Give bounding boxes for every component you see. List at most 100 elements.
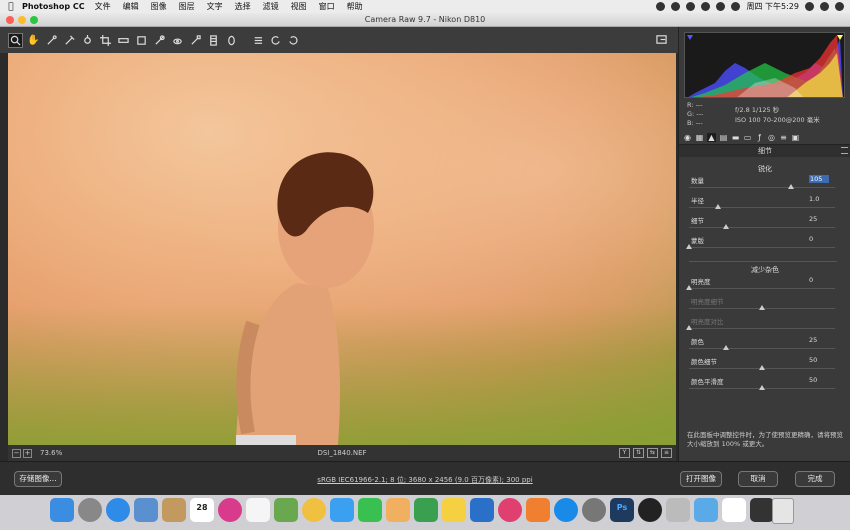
notification-center-icon[interactable] — [835, 2, 844, 11]
tab-split-toning-icon[interactable]: ▬ — [731, 133, 740, 142]
word-icon[interactable] — [666, 498, 690, 522]
siri-icon[interactable] — [820, 2, 829, 11]
messages-icon[interactable] — [330, 498, 354, 522]
maps-icon[interactable] — [274, 498, 298, 522]
battery-icon[interactable] — [731, 2, 741, 11]
cancel-button[interactable]: 取消 — [738, 471, 778, 487]
slider-value[interactable]: 25 — [809, 215, 829, 223]
launchpad-icon[interactable] — [78, 498, 102, 522]
trash-icon[interactable] — [772, 498, 794, 524]
slider-track[interactable] — [689, 247, 835, 248]
slider-thumb[interactable] — [686, 325, 692, 330]
slider-value[interactable]: 1.0 — [809, 195, 829, 203]
slider-track[interactable] — [689, 207, 835, 208]
menu-help[interactable]: 帮助 — [347, 1, 363, 12]
zoom-window-button[interactable] — [30, 16, 38, 24]
tab-presets-icon[interactable]: ≡ — [779, 133, 788, 142]
minimize-window-button[interactable] — [18, 16, 26, 24]
system-preferences-icon[interactable] — [582, 498, 606, 522]
screenshot-stack-icon[interactable] — [750, 498, 774, 522]
slider-value[interactable]: 105 — [809, 175, 829, 183]
menu-layer[interactable]: 图层 — [179, 1, 195, 12]
slider-value[interactable]: 50 — [809, 356, 829, 364]
tab-tone-curve-icon[interactable]: ▦ — [695, 133, 704, 142]
document-stack-icon[interactable] — [722, 498, 746, 522]
targeted-adjustment-tool-icon[interactable] — [80, 33, 95, 48]
swap-settings-icon[interactable]: ⇅ — [633, 448, 644, 458]
notes-icon[interactable] — [442, 498, 466, 522]
ibooks-icon[interactable] — [526, 498, 550, 522]
clock[interactable]: 周四 下午5:29 — [746, 1, 799, 12]
slider-value[interactable]: 25 — [809, 336, 829, 344]
radial-filter-icon[interactable] — [224, 33, 239, 48]
tab-basic-icon[interactable]: ◉ — [683, 133, 692, 142]
menu-filter[interactable]: 滤镜 — [263, 1, 279, 12]
slider-thumb[interactable] — [759, 365, 765, 370]
rotate-left-icon[interactable] — [268, 33, 283, 48]
facetime-icon[interactable] — [358, 498, 382, 522]
workflow-options-link[interactable]: sRGB IEC61966-2.1; 8 位; 3680 x 2456 (9.0… — [0, 475, 850, 485]
copy-settings-icon[interactable]: ⇆ — [647, 448, 658, 458]
tab-hsl-icon[interactable]: ▤ — [719, 133, 728, 142]
slider-track[interactable] — [689, 187, 835, 188]
slider-track[interactable] — [689, 348, 835, 349]
red-eye-tool-icon[interactable] — [170, 33, 185, 48]
slider-thumb[interactable] — [686, 244, 692, 249]
fullscreen-toggle-icon[interactable] — [654, 32, 669, 47]
slider-thumb[interactable] — [722, 345, 729, 350]
photos-icon[interactable] — [302, 498, 326, 522]
tab-detail-icon[interactable]: ▲ — [707, 133, 716, 142]
image-preview[interactable] — [8, 53, 676, 445]
tab-snapshots-icon[interactable]: ▣ — [791, 133, 800, 142]
qq-icon[interactable] — [638, 498, 662, 522]
slider-thumb[interactable] — [686, 285, 692, 290]
slider-thumb[interactable] — [715, 204, 722, 209]
calendar-icon[interactable]: 28 — [190, 498, 214, 522]
app-store-icon[interactable] — [554, 498, 578, 522]
slider-thumb[interactable] — [759, 305, 765, 310]
graduated-filter-icon[interactable] — [206, 33, 221, 48]
open-image-button[interactable]: 打开图像 — [680, 471, 722, 487]
slider-track[interactable] — [689, 288, 835, 289]
pages-icon[interactable] — [386, 498, 410, 522]
before-after-toggle-icon[interactable]: Y — [619, 448, 630, 458]
wifi-icon[interactable] — [701, 2, 711, 11]
spotlight-icon[interactable] — [805, 2, 814, 11]
zoom-tool-icon[interactable] — [8, 32, 23, 48]
qq-status-icon[interactable] — [671, 2, 681, 11]
wechat-status-icon[interactable] — [686, 2, 696, 11]
record-icon[interactable] — [656, 2, 666, 11]
preview-settings-icon[interactable]: ≡ — [661, 448, 672, 458]
slider-track[interactable] — [689, 328, 835, 329]
apple-icon[interactable]:  — [0, 2, 22, 12]
menu-select[interactable]: 选择 — [235, 1, 251, 12]
slider-thumb[interactable] — [788, 184, 795, 189]
spot-removal-tool-icon[interactable] — [152, 33, 167, 48]
color-sampler-tool-icon[interactable] — [62, 33, 77, 48]
mail-icon[interactable] — [134, 498, 158, 522]
menu-file[interactable]: 文件 — [95, 1, 111, 12]
app-menu[interactable]: Photoshop CC — [22, 2, 85, 11]
white-balance-tool-icon[interactable] — [44, 33, 59, 48]
menu-window[interactable]: 窗口 — [319, 1, 335, 12]
safari-icon[interactable] — [106, 498, 130, 522]
straighten-tool-icon[interactable] — [116, 33, 131, 48]
tab-camera-calibration-icon[interactable]: ◎ — [767, 133, 776, 142]
siri-dock-icon[interactable] — [218, 498, 242, 522]
menu-edit[interactable]: 编辑 — [123, 1, 139, 12]
crop-tool-icon[interactable] — [98, 33, 113, 48]
slider-value[interactable]: 50 — [809, 376, 829, 384]
rotate-right-icon[interactable] — [286, 33, 301, 48]
volume-icon[interactable] — [716, 2, 726, 11]
menu-type[interactable]: 文字 — [207, 1, 223, 12]
downloads-folder-icon[interactable] — [694, 498, 718, 522]
slider-value[interactable]: 0 — [809, 276, 829, 284]
slider-track[interactable] — [689, 227, 835, 228]
numbers-icon[interactable] — [414, 498, 438, 522]
done-button[interactable]: 完成 — [795, 471, 835, 487]
slider-thumb[interactable] — [722, 224, 729, 229]
panel-menu-icon[interactable] — [841, 147, 848, 154]
contacts-icon[interactable] — [162, 498, 186, 522]
photoshop-icon[interactable]: Ps — [610, 498, 634, 522]
tab-lens-icon[interactable]: ▭ — [743, 133, 752, 142]
